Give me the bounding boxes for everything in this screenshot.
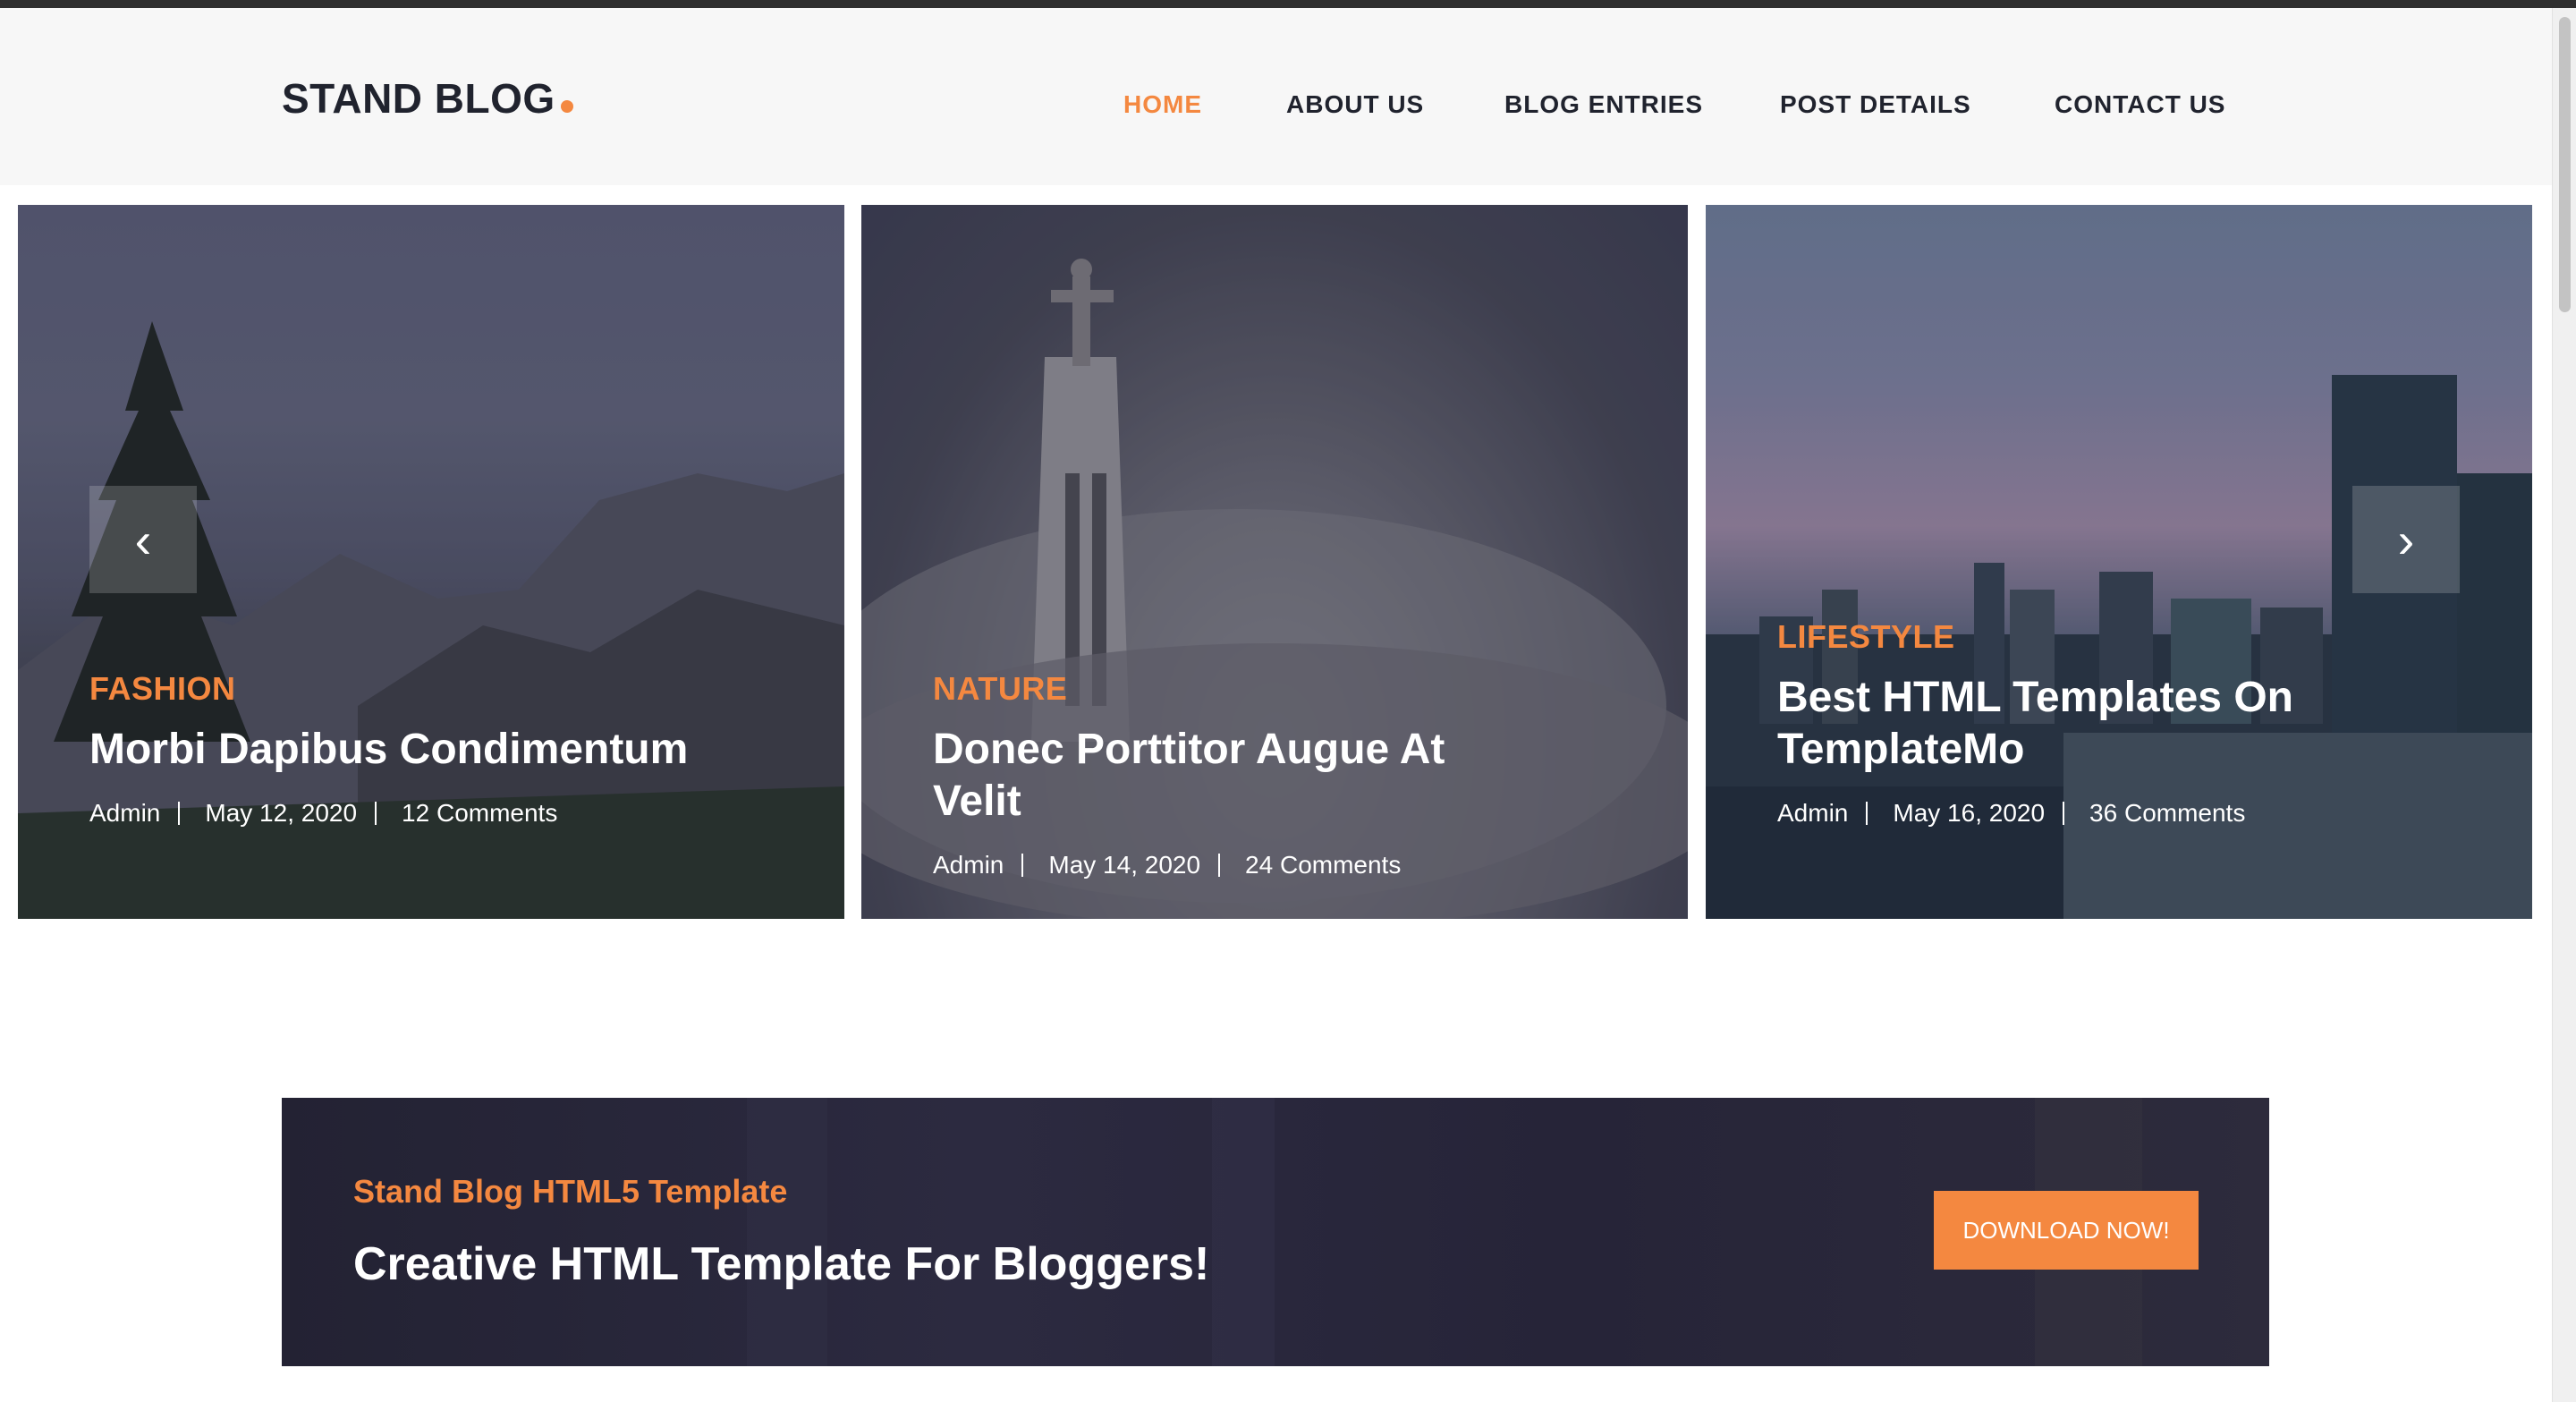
nav-item-blog-entries[interactable]: BLOG ENTRIES (1504, 90, 1703, 119)
carousel-slide[interactable]: NATURE Donec Porttitor Augue At Velit Ad… (861, 205, 1688, 919)
chevron-left-icon: ‹ (134, 511, 152, 568)
meta-divider (178, 802, 181, 825)
top-border (0, 0, 2576, 8)
slide-caption: NATURE Donec Porttitor Augue At Velit Ad… (933, 670, 1541, 879)
scrollbar-thumb[interactable] (2559, 17, 2571, 312)
slide-meta: Admin May 16, 2020 36 Comments (1777, 799, 2385, 828)
meta-divider (1218, 854, 1221, 877)
slide-category[interactable]: LIFESTYLE (1777, 618, 2385, 656)
cta-title: Creative HTML Template For Bloggers! (353, 1238, 1210, 1290)
chevron-right-icon: › (2397, 511, 2415, 568)
slide-author[interactable]: Admin (89, 799, 160, 828)
slide-comments[interactable]: 12 Comments (402, 799, 557, 828)
site-header: STAND BLOG HOME ABOUT US BLOG ENTRIES PO… (0, 8, 2552, 185)
slide-date[interactable]: May 16, 2020 (1893, 799, 2045, 828)
meta-divider (375, 802, 377, 825)
slide-meta: Admin May 14, 2020 24 Comments (933, 851, 1541, 879)
slide-category[interactable]: NATURE (933, 670, 1541, 708)
slide-date[interactable]: May 14, 2020 (1048, 851, 1200, 879)
logo-text: STAND BLOG (282, 75, 555, 122)
meta-divider (2063, 802, 2065, 825)
carousel-next-button[interactable]: › (2352, 486, 2460, 593)
logo-dot-icon (560, 100, 573, 113)
meta-divider (1866, 802, 1868, 825)
carousel-prev-button[interactable]: ‹ (89, 486, 197, 593)
slide-meta: Admin May 12, 2020 12 Comments (89, 799, 698, 828)
slide-comments[interactable]: 36 Comments (2089, 799, 2245, 828)
slide-comments[interactable]: 24 Comments (1245, 851, 1401, 879)
nav-item-about-us[interactable]: ABOUT US (1286, 90, 1424, 119)
slide-caption: LIFESTYLE Best HTML Templates On Templat… (1777, 618, 2385, 828)
slide-caption: FASHION Morbi Dapibus Condimentum Admin … (89, 670, 698, 828)
slide-title[interactable]: Best HTML Templates On TemplateMo (1777, 672, 2385, 776)
call-to-action-banner: Stand Blog HTML5 Template Creative HTML … (282, 1098, 2269, 1366)
nav-item-post-details[interactable]: POST DETAILS (1780, 90, 1971, 119)
nav-item-contact-us[interactable]: CONTACT US (2055, 90, 2225, 119)
slide-title[interactable]: Morbi Dapibus Condimentum (89, 724, 698, 776)
slide-author[interactable]: Admin (933, 851, 1004, 879)
cta-subtitle: Stand Blog HTML5 Template (353, 1173, 788, 1210)
page-scrollbar[interactable] (2552, 8, 2576, 1402)
slide-date[interactable]: May 12, 2020 (205, 799, 357, 828)
nav-item-home[interactable]: HOME (1123, 90, 1202, 119)
download-now-button[interactable]: DOWNLOAD NOW! (1934, 1191, 2199, 1270)
meta-divider (1021, 854, 1024, 877)
slide-title[interactable]: Donec Porttitor Augue At Velit (933, 724, 1541, 828)
site-logo[interactable]: STAND BLOG (282, 74, 573, 123)
slide-category[interactable]: FASHION (89, 670, 698, 708)
slide-author[interactable]: Admin (1777, 799, 1848, 828)
